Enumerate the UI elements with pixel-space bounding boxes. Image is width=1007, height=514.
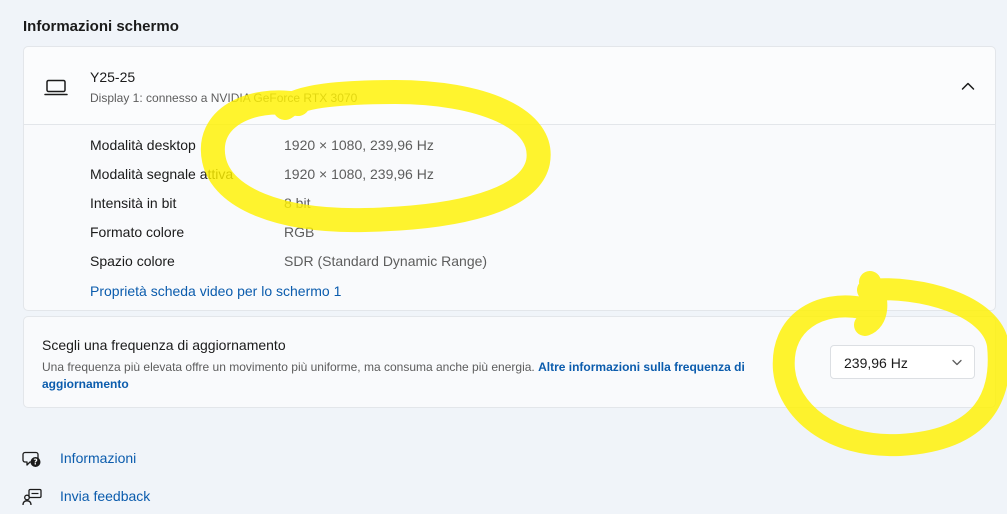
feedback-icon [22, 488, 42, 506]
svg-text:?: ? [33, 458, 37, 467]
display-info-card: Y25-25 Display 1: connesso a NVIDIA GeFo… [23, 46, 996, 311]
refresh-rate-card: Scegli una frequenza di aggiornamento Un… [23, 316, 996, 408]
help-icon: ? [22, 451, 41, 467]
refresh-rate-description: Una frequenza più elevata offre un movim… [42, 359, 802, 393]
display-name: Y25-25 [90, 69, 136, 85]
monitor-icon [44, 79, 68, 96]
info-value: SDR (Standard Dynamic Range) [284, 253, 488, 269]
info-link-label: Informazioni [60, 450, 137, 466]
chevron-up-icon[interactable] [961, 81, 975, 91]
info-label: Modalità desktop [90, 137, 196, 153]
info-value: RGB [284, 224, 315, 240]
info-label: Intensità in bit [90, 195, 177, 211]
feedback-link-label: Invia feedback [60, 488, 151, 504]
info-value: 8 bit [284, 195, 311, 211]
refresh-rate-description-text: Una frequenza più elevata offre un movim… [42, 360, 535, 374]
info-value: 1920 × 1080, 239,96 Hz [284, 137, 434, 153]
info-label: Modalità segnale attiva [90, 166, 234, 182]
chevron-down-icon [952, 359, 962, 366]
display-adapter-properties-link[interactable]: Proprietà scheda video per lo schermo 1 [90, 283, 341, 299]
display-header[interactable]: Y25-25 Display 1: connesso a NVIDIA GeFo… [24, 47, 995, 125]
refresh-rate-select[interactable]: 239,96 Hz [830, 345, 975, 379]
info-value: 1920 × 1080, 239,96 Hz [284, 166, 434, 182]
refresh-rate-title: Scegli una frequenza di aggiornamento [42, 337, 286, 353]
info-label: Formato colore [90, 224, 185, 240]
info-label: Spazio colore [90, 253, 175, 269]
display-connection: Display 1: connesso a NVIDIA GeForce RTX… [90, 91, 358, 105]
refresh-rate-selected-value: 239,96 Hz [844, 355, 908, 371]
section-title: Informazioni schermo [23, 18, 179, 35]
